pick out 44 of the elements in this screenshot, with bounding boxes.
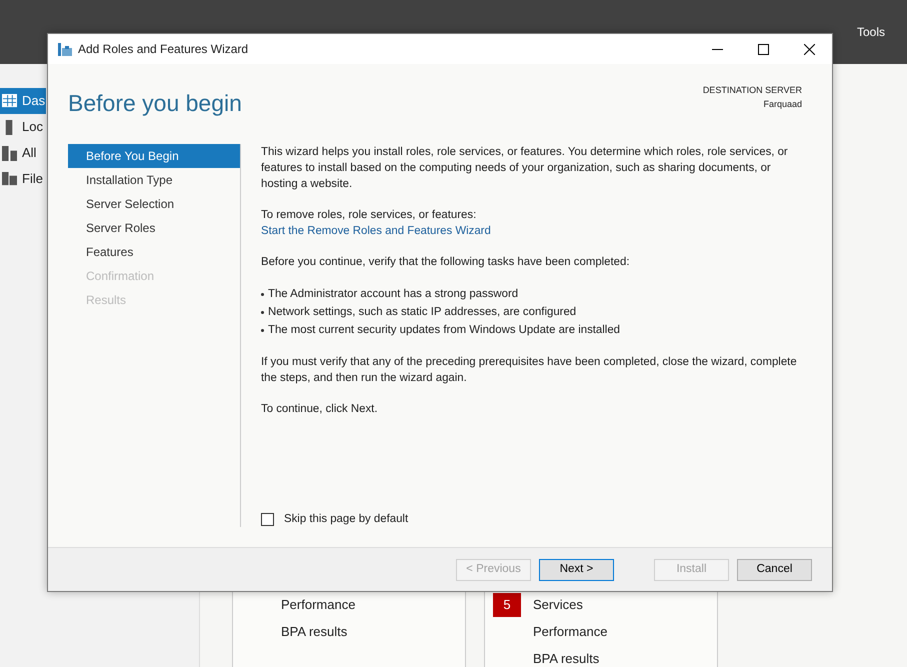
remove-wizard-link[interactable]: Start the Remove Roles and Features Wizard bbox=[261, 225, 491, 237]
paragraph-text: To continue, click Next. bbox=[261, 402, 378, 417]
maximize-icon bbox=[758, 44, 768, 54]
destination-label: DESTINATION SERVER bbox=[702, 84, 802, 97]
tile-link[interactable]: Performance bbox=[281, 594, 356, 614]
paragraph-text: If you must verify that any of the preceding prerequisites have been completed, close the wizard, complete the steps, and then run the wizard again. bbox=[261, 355, 798, 386]
list-item-text: The Administrator account has a strong password bbox=[268, 287, 518, 302]
tile-link[interactable]: BPA results bbox=[533, 648, 600, 667]
sidebar-item[interactable]: All bbox=[0, 140, 46, 166]
sidebar-item[interactable]: File bbox=[0, 166, 46, 192]
count-badge: 5 bbox=[493, 592, 521, 616]
wizard-button[interactable]: Cancel bbox=[737, 558, 812, 580]
list-item-text: Network settings, such as static IP addresses, are configured bbox=[268, 305, 576, 320]
checkbox-label: Skip this page by default bbox=[284, 512, 408, 527]
wizard-step[interactable]: Installation Type bbox=[68, 168, 240, 192]
wizard-step[interactable]: Features bbox=[68, 240, 240, 264]
paragraph-text: To remove roles, role services, or features: bbox=[261, 208, 478, 223]
paragraph-text: Before you continue, verify that the following tasks have been completed: bbox=[261, 255, 631, 270]
tile-link[interactable]: BPA results bbox=[281, 622, 348, 642]
paragraph-text: This wizard helps you install roles, role services, or features. You determine which roles, role services, or features to install based on the computing needs of your organization, such as sharing documents, or hosting a website. bbox=[261, 145, 789, 192]
sidebar-item[interactable]: Loc bbox=[0, 114, 46, 140]
wizard-step[interactable]: Before You Begin bbox=[68, 144, 240, 168]
wizard-button[interactable]: Next > bbox=[539, 558, 614, 580]
close-icon bbox=[804, 44, 814, 54]
minimize-icon bbox=[712, 48, 722, 50]
dashboard-icon bbox=[2, 94, 17, 108]
wizard-step: Results bbox=[68, 288, 240, 312]
bullet-icon bbox=[261, 329, 264, 332]
list-item-text: The most current security updates from Windows Update are installed bbox=[268, 323, 620, 338]
tile-link[interactable]: Services bbox=[533, 594, 583, 614]
servers-icon bbox=[2, 146, 17, 160]
tile-link[interactable]: Performance bbox=[533, 622, 608, 642]
skip-checkbox[interactable] bbox=[261, 512, 274, 526]
tools-menu[interactable]: Tools bbox=[856, 23, 885, 41]
sidebar-item[interactable]: Das bbox=[0, 88, 46, 114]
server-name: Farquaad bbox=[762, 98, 802, 111]
bullet-icon bbox=[261, 311, 264, 314]
wizard-step: Confirmation bbox=[68, 264, 240, 288]
window-title: Add Roles and Features Wizard bbox=[78, 41, 248, 58]
bullet-icon bbox=[261, 293, 264, 296]
wizard-step[interactable]: Server Roles bbox=[68, 216, 240, 240]
wizard-step[interactable]: Server Selection bbox=[68, 192, 240, 216]
page-heading: Before you begin bbox=[68, 89, 242, 118]
wizard-icon bbox=[58, 42, 72, 56]
